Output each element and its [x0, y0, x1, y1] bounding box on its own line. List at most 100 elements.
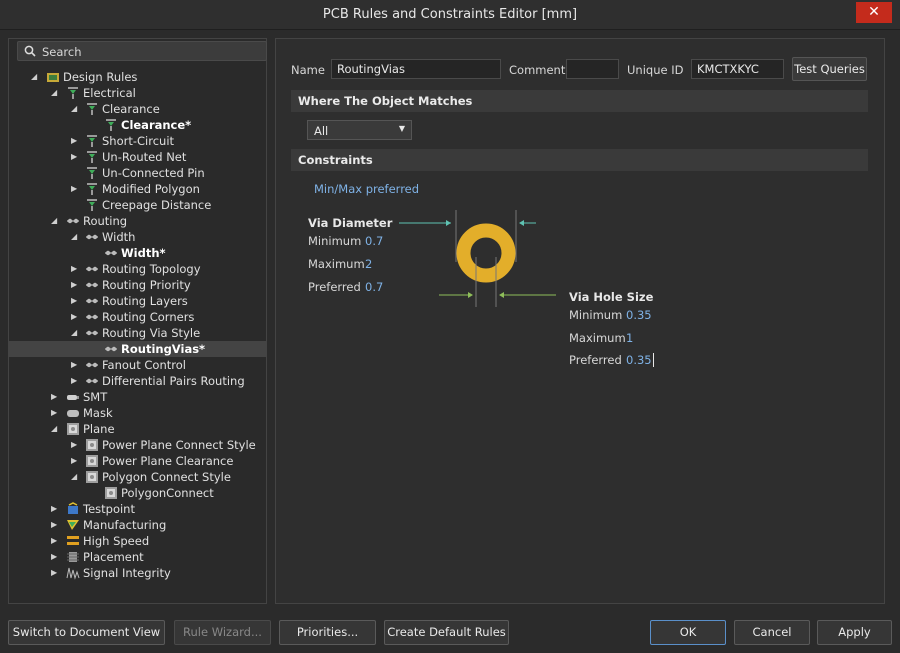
via-hole-preferred-value[interactable]: 0.35 — [626, 353, 654, 367]
where-scope-select[interactable]: All ▼ — [307, 120, 412, 140]
constraint-mode-link[interactable]: Min/Max preferred — [314, 182, 419, 196]
cancel-button[interactable]: Cancel — [734, 620, 810, 645]
unique-id-field[interactable]: KMCTXKYC — [691, 59, 784, 79]
tree-item[interactable]: Creepage Distance — [9, 197, 266, 213]
test-queries-button[interactable]: Test Queries — [792, 57, 867, 81]
tree-item[interactable]: ▶ Modified Polygon — [9, 181, 266, 197]
ok-button[interactable]: OK — [650, 620, 726, 645]
expand-arrow-icon[interactable]: ◢ — [51, 421, 59, 437]
tree-item[interactable]: ▶ Un-Routed Net — [9, 149, 266, 165]
expand-arrow-icon[interactable]: ◢ — [71, 325, 79, 341]
collapse-arrow-icon[interactable]: ▶ — [71, 293, 79, 309]
tree-item[interactable]: ▶ Mask — [9, 405, 266, 421]
via-hole-preferred-label: Preferred — [569, 353, 622, 367]
expand-arrow-icon[interactable]: ◢ — [71, 229, 79, 245]
tree-item[interactable]: Width* — [9, 245, 266, 261]
collapse-arrow-icon[interactable]: ▶ — [71, 261, 79, 277]
electrical-icon — [87, 135, 97, 147]
tree-item[interactable]: ▶ SMT — [9, 389, 266, 405]
tree-item[interactable]: ▶ Manufacturing — [9, 517, 266, 533]
collapse-arrow-icon[interactable]: ▶ — [51, 501, 59, 517]
via-diameter-preferred-value[interactable]: 0.7 — [365, 280, 383, 294]
tree-item[interactable]: ▶ Routing Priority — [9, 277, 266, 293]
expand-arrow-icon[interactable]: ◢ — [51, 213, 59, 229]
tree-item-label: Routing Priority — [102, 278, 191, 292]
comment-field[interactable] — [566, 59, 619, 79]
via-diameter-maximum-value[interactable]: 2 — [365, 257, 372, 271]
collapse-arrow-icon[interactable]: ▶ — [51, 389, 59, 405]
tree-item[interactable]: ◢ Clearance — [9, 101, 266, 117]
tree-item[interactable]: ▶ Routing Layers — [9, 293, 266, 309]
tree-item-label: Routing Corners — [102, 310, 195, 324]
collapse-arrow-icon[interactable]: ▶ — [71, 277, 79, 293]
tree-item[interactable]: ◢ Electrical — [9, 85, 266, 101]
tree-item-label: Routing Via Style — [102, 326, 201, 340]
via-hole-minimum-value[interactable]: 0.35 — [626, 308, 652, 322]
tree-item[interactable]: ▶ Placement — [9, 549, 266, 565]
priorities-button[interactable]: Priorities... — [279, 620, 376, 645]
switch-to-document-view-button[interactable]: Switch to Document View — [8, 620, 165, 645]
high-speed-icon — [67, 536, 79, 545]
tree-item[interactable]: ◢ Routing Via Style — [9, 325, 266, 341]
electrical-icon — [87, 183, 97, 195]
tree-item[interactable]: ▶ High Speed — [9, 533, 266, 549]
via-diameter-minimum-label: Minimum — [308, 234, 362, 248]
tree-item[interactable]: ▶ Power Plane Connect Style — [9, 437, 266, 453]
routing-icon — [105, 346, 117, 352]
tree-item-label: Testpoint — [83, 502, 135, 516]
via-hole-maximum-value[interactable]: 1 — [626, 331, 633, 345]
tree-item[interactable]: ▶ Differential Pairs Routing — [9, 373, 266, 389]
tree-item[interactable]: ▶ Fanout Control — [9, 357, 266, 373]
plane-icon — [86, 471, 98, 483]
close-button[interactable]: ✕ — [856, 2, 892, 23]
collapse-arrow-icon[interactable]: ▶ — [51, 405, 59, 421]
via-diameter-maximum-label: Maximum — [308, 257, 365, 271]
hole-arrowhead-left — [468, 292, 473, 298]
tree-item[interactable]: RoutingVias* — [9, 341, 266, 357]
tree-item[interactable]: ▶ Short-Circuit — [9, 133, 266, 149]
tree-item[interactable]: ▶ Routing Topology — [9, 261, 266, 277]
name-field[interactable]: RoutingVias — [331, 59, 501, 79]
collapse-arrow-icon[interactable]: ▶ — [71, 181, 79, 197]
tree-item[interactable]: PolygonConnect — [9, 485, 266, 501]
tree-item[interactable]: ◢ Plane — [9, 421, 266, 437]
where-section-header: Where The Object Matches — [291, 90, 868, 112]
tree-item[interactable]: Un-Connected Pin — [9, 165, 266, 181]
tree-item[interactable]: ◢ Design Rules — [9, 69, 266, 85]
tree-item[interactable]: ▶ Power Plane Clearance — [9, 453, 266, 469]
collapse-arrow-icon[interactable]: ▶ — [71, 133, 79, 149]
tree-item[interactable]: ◢ Width — [9, 229, 266, 245]
expand-arrow-icon[interactable]: ◢ — [71, 101, 79, 117]
expand-arrow-icon[interactable]: ◢ — [31, 69, 39, 85]
collapse-arrow-icon[interactable]: ▶ — [71, 373, 79, 389]
tree-item[interactable]: ▶ Testpoint — [9, 501, 266, 517]
via-diameter-title: Via Diameter — [308, 216, 393, 230]
search-box[interactable]: Search — [17, 41, 267, 61]
via-diameter-minimum-value[interactable]: 0.7 — [365, 234, 383, 248]
collapse-arrow-icon[interactable]: ▶ — [71, 357, 79, 373]
collapse-arrow-icon[interactable]: ▶ — [71, 437, 79, 453]
rule-wizard-button[interactable]: Rule Wizard... — [174, 620, 271, 645]
apply-button[interactable]: Apply — [817, 620, 892, 645]
tree-item[interactable]: ◢ Polygon Connect Style — [9, 469, 266, 485]
tree-item[interactable]: ▶ Signal Integrity — [9, 565, 266, 581]
expand-arrow-icon[interactable]: ◢ — [51, 85, 59, 101]
tree-item[interactable]: ◢ Routing — [9, 213, 266, 229]
create-default-rules-button[interactable]: Create Default Rules — [384, 620, 509, 645]
diameter-arrowhead-right — [519, 220, 524, 226]
collapse-arrow-icon[interactable]: ▶ — [71, 149, 79, 165]
collapse-arrow-icon[interactable]: ▶ — [71, 309, 79, 325]
collapse-arrow-icon[interactable]: ▶ — [51, 517, 59, 533]
collapse-arrow-icon[interactable]: ▶ — [51, 533, 59, 549]
collapse-arrow-icon[interactable]: ▶ — [51, 549, 59, 565]
tree-item-label: Routing Topology — [102, 262, 201, 276]
tree-item[interactable]: ▶ Routing Corners — [9, 309, 266, 325]
tree-item[interactable]: Clearance* — [9, 117, 266, 133]
collapse-arrow-icon[interactable]: ▶ — [51, 565, 59, 581]
expand-arrow-icon[interactable]: ◢ — [71, 469, 79, 485]
collapse-arrow-icon[interactable]: ▶ — [71, 453, 79, 469]
search-input[interactable]: Search — [42, 45, 82, 59]
tree-item-label: Creepage Distance — [102, 198, 212, 212]
signal-integrity-icon — [66, 567, 80, 580]
tree-item-label: Clearance* — [121, 118, 192, 132]
